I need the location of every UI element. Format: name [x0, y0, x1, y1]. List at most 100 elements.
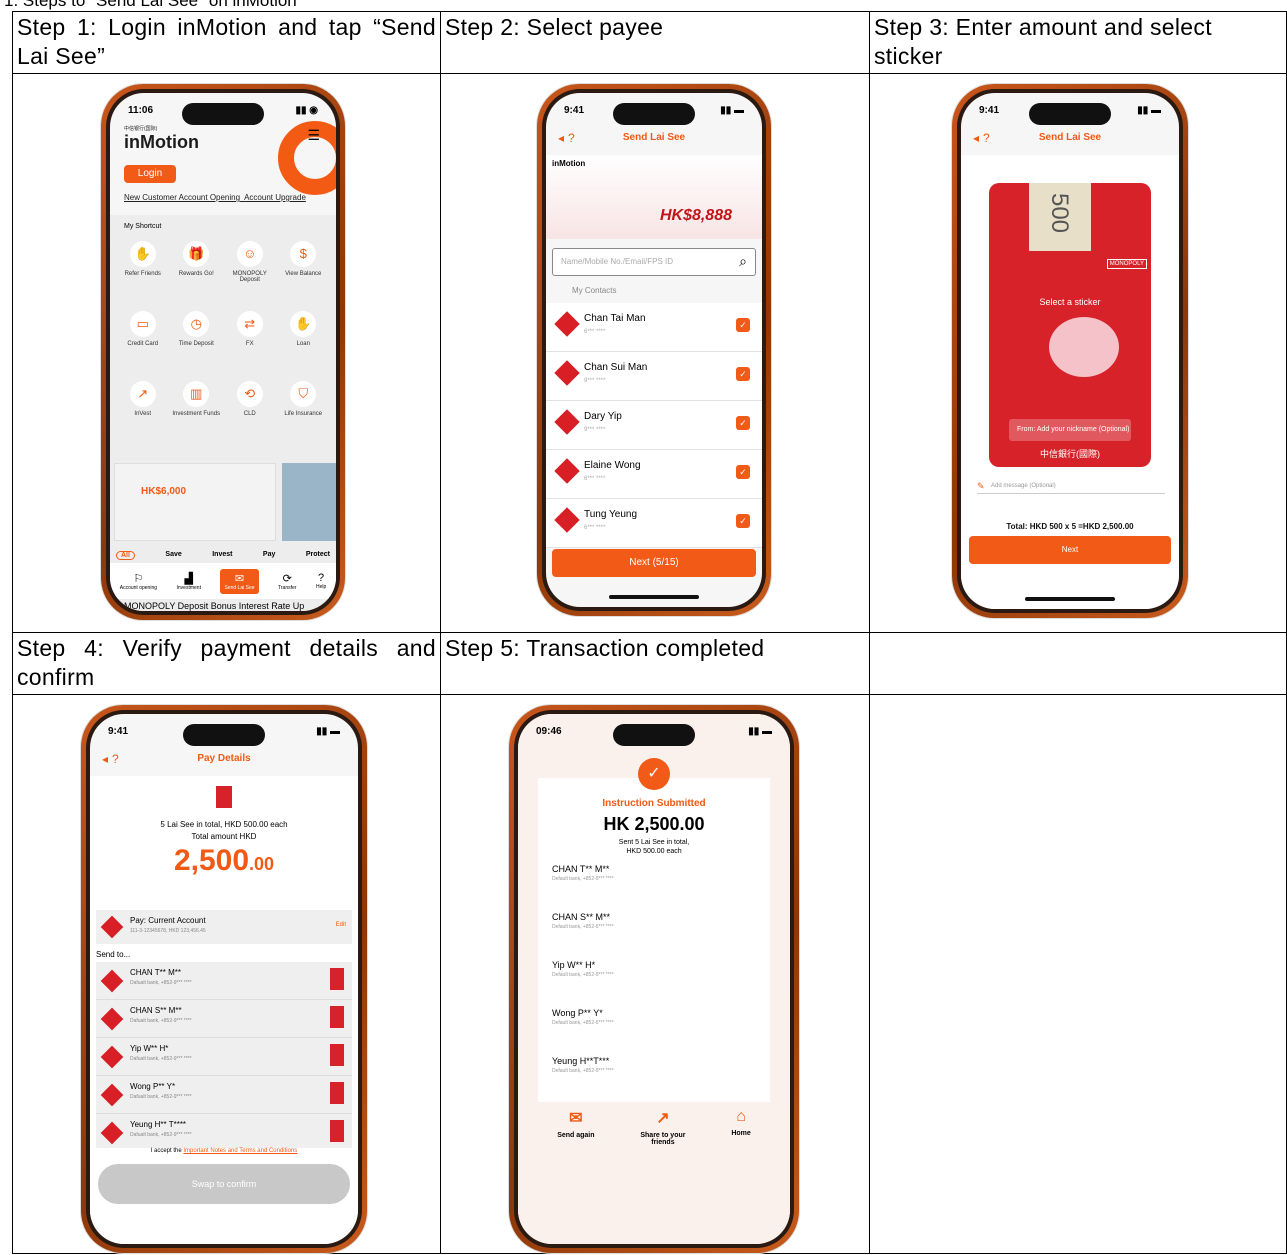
category-tabs: All Save Invest Pay Protect [116, 551, 330, 560]
next-button[interactable]: Next [969, 536, 1171, 564]
terms-link[interactable]: Important Notes and Terms and Conditions [183, 1148, 297, 1154]
empty-header-cell [869, 632, 1287, 695]
contact-row[interactable]: Tung Yeung 6*** **** ✓ [546, 499, 762, 548]
home-indicator [1025, 597, 1115, 601]
terms-checkbox[interactable]: I accept the Important Notes and Terms a… [90, 1148, 358, 1154]
success-check-icon: ✓ [638, 758, 670, 790]
document-title: 1. Steps to "Send Lai See" on inMotion [4, 0, 297, 10]
search-icon[interactable]: ⌕ [739, 253, 747, 270]
share-icon: ↗ [656, 1110, 670, 1127]
contact-row[interactable]: Chan Sui Man 9*** **** ✓ [546, 352, 762, 401]
step-4-screenshot: 9:41 ▮▮ ▬ ◂? Pay Details 5 Lai See in tot… [12, 694, 441, 1254]
shortcut-item[interactable]: 🎁 Rewards Go! [170, 237, 224, 301]
nav-send-lai-see[interactable]: ✉ Send Lai See [220, 568, 259, 594]
home-icon: ⌂ [736, 1108, 746, 1125]
status-time: 9:41 [979, 105, 1000, 116]
receipt-card: Instruction Submitted HK 2,500.00 Sent 5… [538, 778, 770, 1102]
edit-button[interactable]: Edit [336, 922, 346, 928]
status-icons: ▮▮ ▬ [316, 726, 340, 737]
nav-transfer[interactable]: ⟳ Transfer [278, 572, 296, 591]
home-button[interactable]: ⌂ Home [731, 1108, 750, 1146]
swipe-to-confirm[interactable]: Swap to confirm [98, 1164, 350, 1204]
phone-frame: 9:41 ▮▮ ▬ ◂? Send Lai See 500 MONOPOLY Se… [952, 84, 1188, 618]
phone-frame: 9:41 ▮▮ ▬ ◂? Send Lai See inMotion HK$8,8… [537, 84, 771, 616]
status-time: 09:46 [536, 726, 562, 737]
checkbox[interactable]: ✓ [736, 465, 750, 479]
shortcut-item[interactable]: ▥ Investment Funds [170, 377, 224, 441]
account-links: New Customer Account Opening Account Upg… [124, 193, 306, 202]
checkbox[interactable]: ✓ [736, 318, 750, 332]
search-input[interactable]: Name/Mobile No./Email/FPS ID ⌕ [552, 248, 756, 276]
tab-all[interactable]: All [116, 551, 135, 560]
send-to-label: Send to... [96, 950, 131, 959]
shortcut-item[interactable]: ▭ Credit Card [116, 307, 170, 371]
phone-screen: 11:06 ▮▮ ◉ 中信银行(国际) inMotion ☰ Login New C… [110, 93, 336, 611]
nav-account-opening[interactable]: ⚐ Account opening [120, 572, 157, 591]
next-button[interactable]: Next (5/15) [552, 549, 756, 577]
tab-protect[interactable]: Protect [306, 551, 330, 560]
promo-banner[interactable]: inMotion HK$8,888 [546, 155, 762, 239]
shortcut-item[interactable]: ✋ Refer Friends [116, 237, 170, 301]
step-2-label: Step 2: Select payee [440, 11, 870, 74]
step-3-label: Step 3: Enter amount and select sticker [869, 11, 1287, 74]
contact-row[interactable]: Chan Tai Man 6*** **** ✓ [546, 303, 762, 352]
phone-frame: 9:41 ▮▮ ▬ ◂? Pay Details 5 Lai See in tot… [81, 705, 367, 1253]
shortcut-item[interactable]: ⛉ Life Insurance [277, 377, 331, 441]
checkbox[interactable]: ✓ [736, 416, 750, 430]
recipient-row: Yip W** H* Dafualt bank, +852-9*** **** [96, 1038, 352, 1076]
shortcut-item[interactable]: ⇄ FX [223, 307, 277, 371]
contacts-header: My Contacts [572, 286, 617, 295]
tab-pay[interactable]: Pay [263, 551, 275, 560]
tab-invest[interactable]: Invest [212, 551, 232, 560]
select-sticker-label: Select a sticker [1039, 297, 1101, 307]
share-button[interactable]: ↗ Share to your friends [633, 1108, 693, 1146]
menu-icon[interactable]: ☰ [307, 127, 320, 144]
recipient-list: CHAN T** M** Dafualt bank, +852-9*** ****… [96, 962, 352, 1152]
shortcut-item[interactable]: ☺ MONOPOLY Deposit [223, 237, 277, 301]
checkbox[interactable]: ✓ [736, 514, 750, 528]
banner-prize: HK$8,888 [659, 207, 732, 224]
action-bar: ✉ Send again ↗ Share to your friends ⌂ Home [538, 1108, 770, 1146]
step-3-screenshot: 9:41 ▮▮ ▬ ◂? Send Lai See 500 MONOPOLY Se… [869, 73, 1287, 633]
total-label: Total amount HKD [191, 832, 257, 841]
nav-help[interactable]: ? Help [316, 572, 326, 590]
shortcut-item[interactable]: ⟲ CLD [223, 377, 277, 441]
phone-screen: 9:41 ▮▮ ▬ ◂? Pay Details 5 Lai See in tot… [90, 714, 358, 1244]
shortcut-item[interactable]: $ View Balance [277, 237, 331, 301]
nav-investment[interactable]: ▟ Investment [177, 572, 201, 591]
red-envelope: 500 MONOPOLY Select a sticker From: Add … [989, 183, 1151, 467]
promo-banner[interactable]: HK$6,000 [114, 463, 276, 541]
summary-text: 5 Lai See in total, HKD 500.00 each [160, 820, 288, 829]
new-account-link[interactable]: New Customer Account Opening [124, 193, 240, 202]
contact-row[interactable]: Elaine Wong 6*** **** ✓ [546, 450, 762, 499]
step-1-label: Step 1: Login inMotion and tap “Send Lai… [12, 11, 441, 74]
checkbox[interactable]: ✓ [736, 367, 750, 381]
nickname-input[interactable]: From: Add your nickname (Optional) [1009, 419, 1131, 441]
bank-logo: 中信銀行(國際) [1040, 449, 1100, 459]
login-button[interactable]: Login [124, 165, 176, 183]
send-again-button[interactable]: ✉ Send again [557, 1108, 594, 1146]
screen-title: Pay Details [197, 753, 251, 764]
contact-list: Chan Tai Man 6*** **** ✓ Chan Sui Man 9*** … [546, 303, 762, 548]
news-ticker[interactable]: MONOPOLY Deposit Bonus Interest Rate Up [124, 601, 304, 611]
app-logo: 中信银行(国际) inMotion [124, 126, 199, 152]
status-time: 9:41 [564, 105, 585, 116]
account-upgrade-link[interactable]: Account Upgrade [244, 193, 306, 202]
shortcut-item[interactable]: ↗ InVest [116, 377, 170, 441]
tab-save[interactable]: Save [165, 551, 181, 560]
shortcut-item[interactable]: ✋ Loan [277, 307, 331, 371]
contact-row[interactable]: Dary Yip 9*** **** ✓ [546, 401, 762, 450]
promo-banner-2[interactable] [282, 463, 336, 541]
banner-logo: inMotion [552, 159, 586, 168]
sticker-option[interactable] [1049, 317, 1119, 377]
total-amount: 2,500.00 [173, 844, 275, 877]
steps-table: Step 1: Login inMotion and tap “Send Lai… [12, 11, 1287, 1254]
status-time: 11:06 [128, 105, 154, 116]
pay-from-account: Pay: Current Account 111-3-12345678, HKD… [96, 910, 352, 944]
shortcut-item[interactable]: ◷ Time Deposit [170, 307, 224, 371]
phone-screen: 9:41 ▮▮ ▬ ◂? Send Lai See 500 MONOPOLY Se… [961, 93, 1179, 609]
message-input[interactable]: Add message (Optional) [977, 481, 1165, 494]
recipient-row: Wong P** Y* Default bank, +852-6*** **** [552, 1008, 614, 1026]
step-4-label: Step 4: Verify payment details and confi… [12, 632, 441, 695]
empty-cell [869, 694, 1287, 1254]
